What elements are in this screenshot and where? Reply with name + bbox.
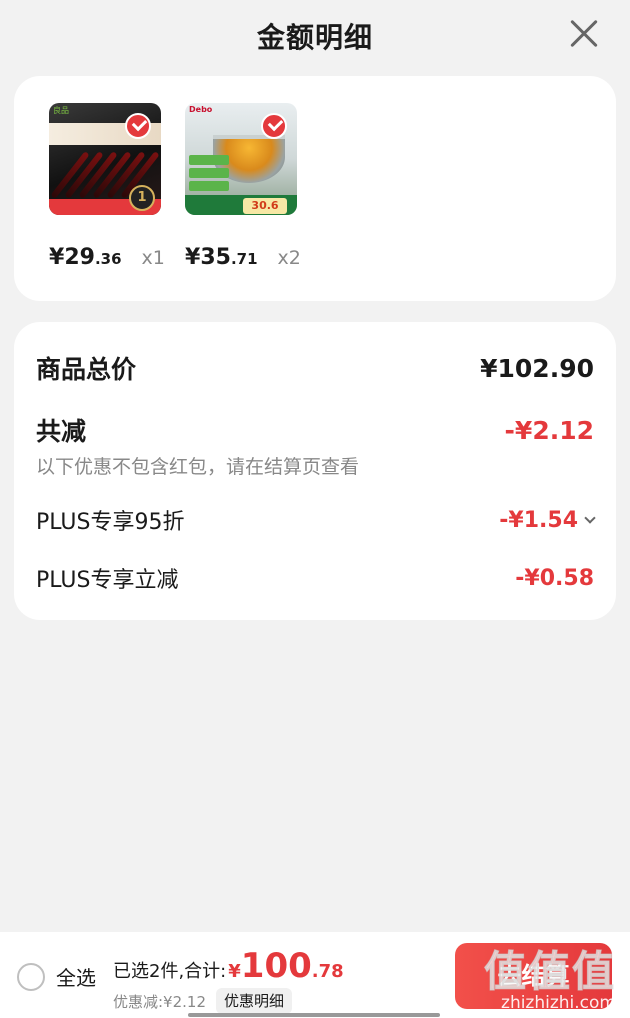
price-integer: 35: [200, 245, 231, 270]
checkout-button[interactable]: 去结算: [455, 943, 612, 1009]
product-quantity: x2: [277, 247, 301, 269]
checkmark-icon: [261, 113, 287, 139]
product-price: ¥29.36 x1: [49, 245, 165, 270]
medal-icon: 1: [129, 185, 155, 211]
brand-logo: 良品: [53, 106, 69, 115]
select-all-radio[interactable]: [17, 962, 45, 991]
discount-value: -¥1.54: [499, 507, 578, 533]
price-integer: 29: [64, 245, 95, 270]
home-indicator[interactable]: [188, 1013, 440, 1017]
price-symbol: ¥: [49, 245, 65, 270]
discount-detail-button[interactable]: 优惠明细: [216, 988, 293, 1014]
price-symbol: ¥: [185, 245, 201, 270]
discount-summary: 优惠减:¥2.12 优惠明细: [113, 988, 293, 1014]
discount-label: PLUS专享95折: [36, 510, 185, 535]
product-quantity: x1: [141, 247, 165, 269]
sum-symbol: ¥: [228, 961, 241, 982]
total-reduction-label: 共减: [36, 417, 87, 446]
product-thumbnail[interactable]: Debo 30.6: [185, 103, 297, 215]
discount-summary-text: 优惠减:¥2.12: [113, 992, 206, 1011]
reduction-note: 以下优惠不包含红包，请在结算页查看: [36, 456, 360, 478]
discount-row-plus-95[interactable]: PLUS专享95折 -¥1.54: [36, 504, 596, 536]
sum-integer: 100: [240, 946, 312, 986]
selected-count-label: 已选2件,合计:: [113, 961, 227, 982]
total-summary: 已选2件,合计: ¥ 100 .78: [113, 946, 344, 986]
total-price-value: ¥102.90: [480, 353, 594, 383]
discount-label: PLUS专享立减: [36, 568, 179, 593]
feature-labels: [189, 155, 229, 194]
product-price: ¥35.71 x2: [185, 245, 301, 270]
product-item[interactable]: 良品 1 ¥29.36 x1: [49, 103, 179, 270]
discount-value: -¥0.58: [515, 565, 594, 591]
discount-value-wrap[interactable]: -¥1.54: [499, 507, 596, 533]
page-title: 金额明细: [256, 21, 373, 54]
product-card: 良品 1 ¥29.36 x1 Debo 30.6 ¥35.71 x2: [14, 76, 616, 301]
discount-row-plus-instant: PLUS专享立减 -¥0.58: [36, 562, 594, 594]
price-decimal: .36: [94, 250, 122, 268]
chevron-down-icon[interactable]: [584, 512, 596, 524]
total-price-label: 商品总价: [36, 355, 137, 384]
total-reduction-value: -¥2.12: [504, 415, 594, 445]
price-summary-card: 商品总价 ¥102.90 共减 -¥2.12 以下优惠不包含红包，请在结算页查看…: [14, 322, 616, 620]
promo-strip: 30.6: [185, 195, 297, 215]
header: 金额明细: [0, 0, 630, 72]
brand-logo: Debo: [189, 105, 213, 114]
checkout-bar: 全选 已选2件,合计: ¥ 100 .78 优惠减:¥2.12 优惠明细 去结算: [0, 932, 630, 1018]
total-reduction-row: 共减 -¥2.12: [36, 412, 594, 448]
select-all-toggle[interactable]: 全选: [17, 962, 96, 991]
price-decimal: .71: [230, 250, 258, 268]
product-thumbnail[interactable]: 良品 1: [49, 103, 161, 215]
select-all-label: 全选: [56, 966, 96, 990]
thumb-price-tag: 30.6: [243, 198, 287, 214]
close-icon[interactable]: [564, 14, 604, 54]
sum-decimal: .78: [311, 961, 344, 982]
checkmark-icon: [125, 113, 151, 139]
total-price-row: 商品总价 ¥102.90: [36, 350, 594, 386]
product-item[interactable]: Debo 30.6 ¥35.71 x2: [185, 103, 315, 270]
